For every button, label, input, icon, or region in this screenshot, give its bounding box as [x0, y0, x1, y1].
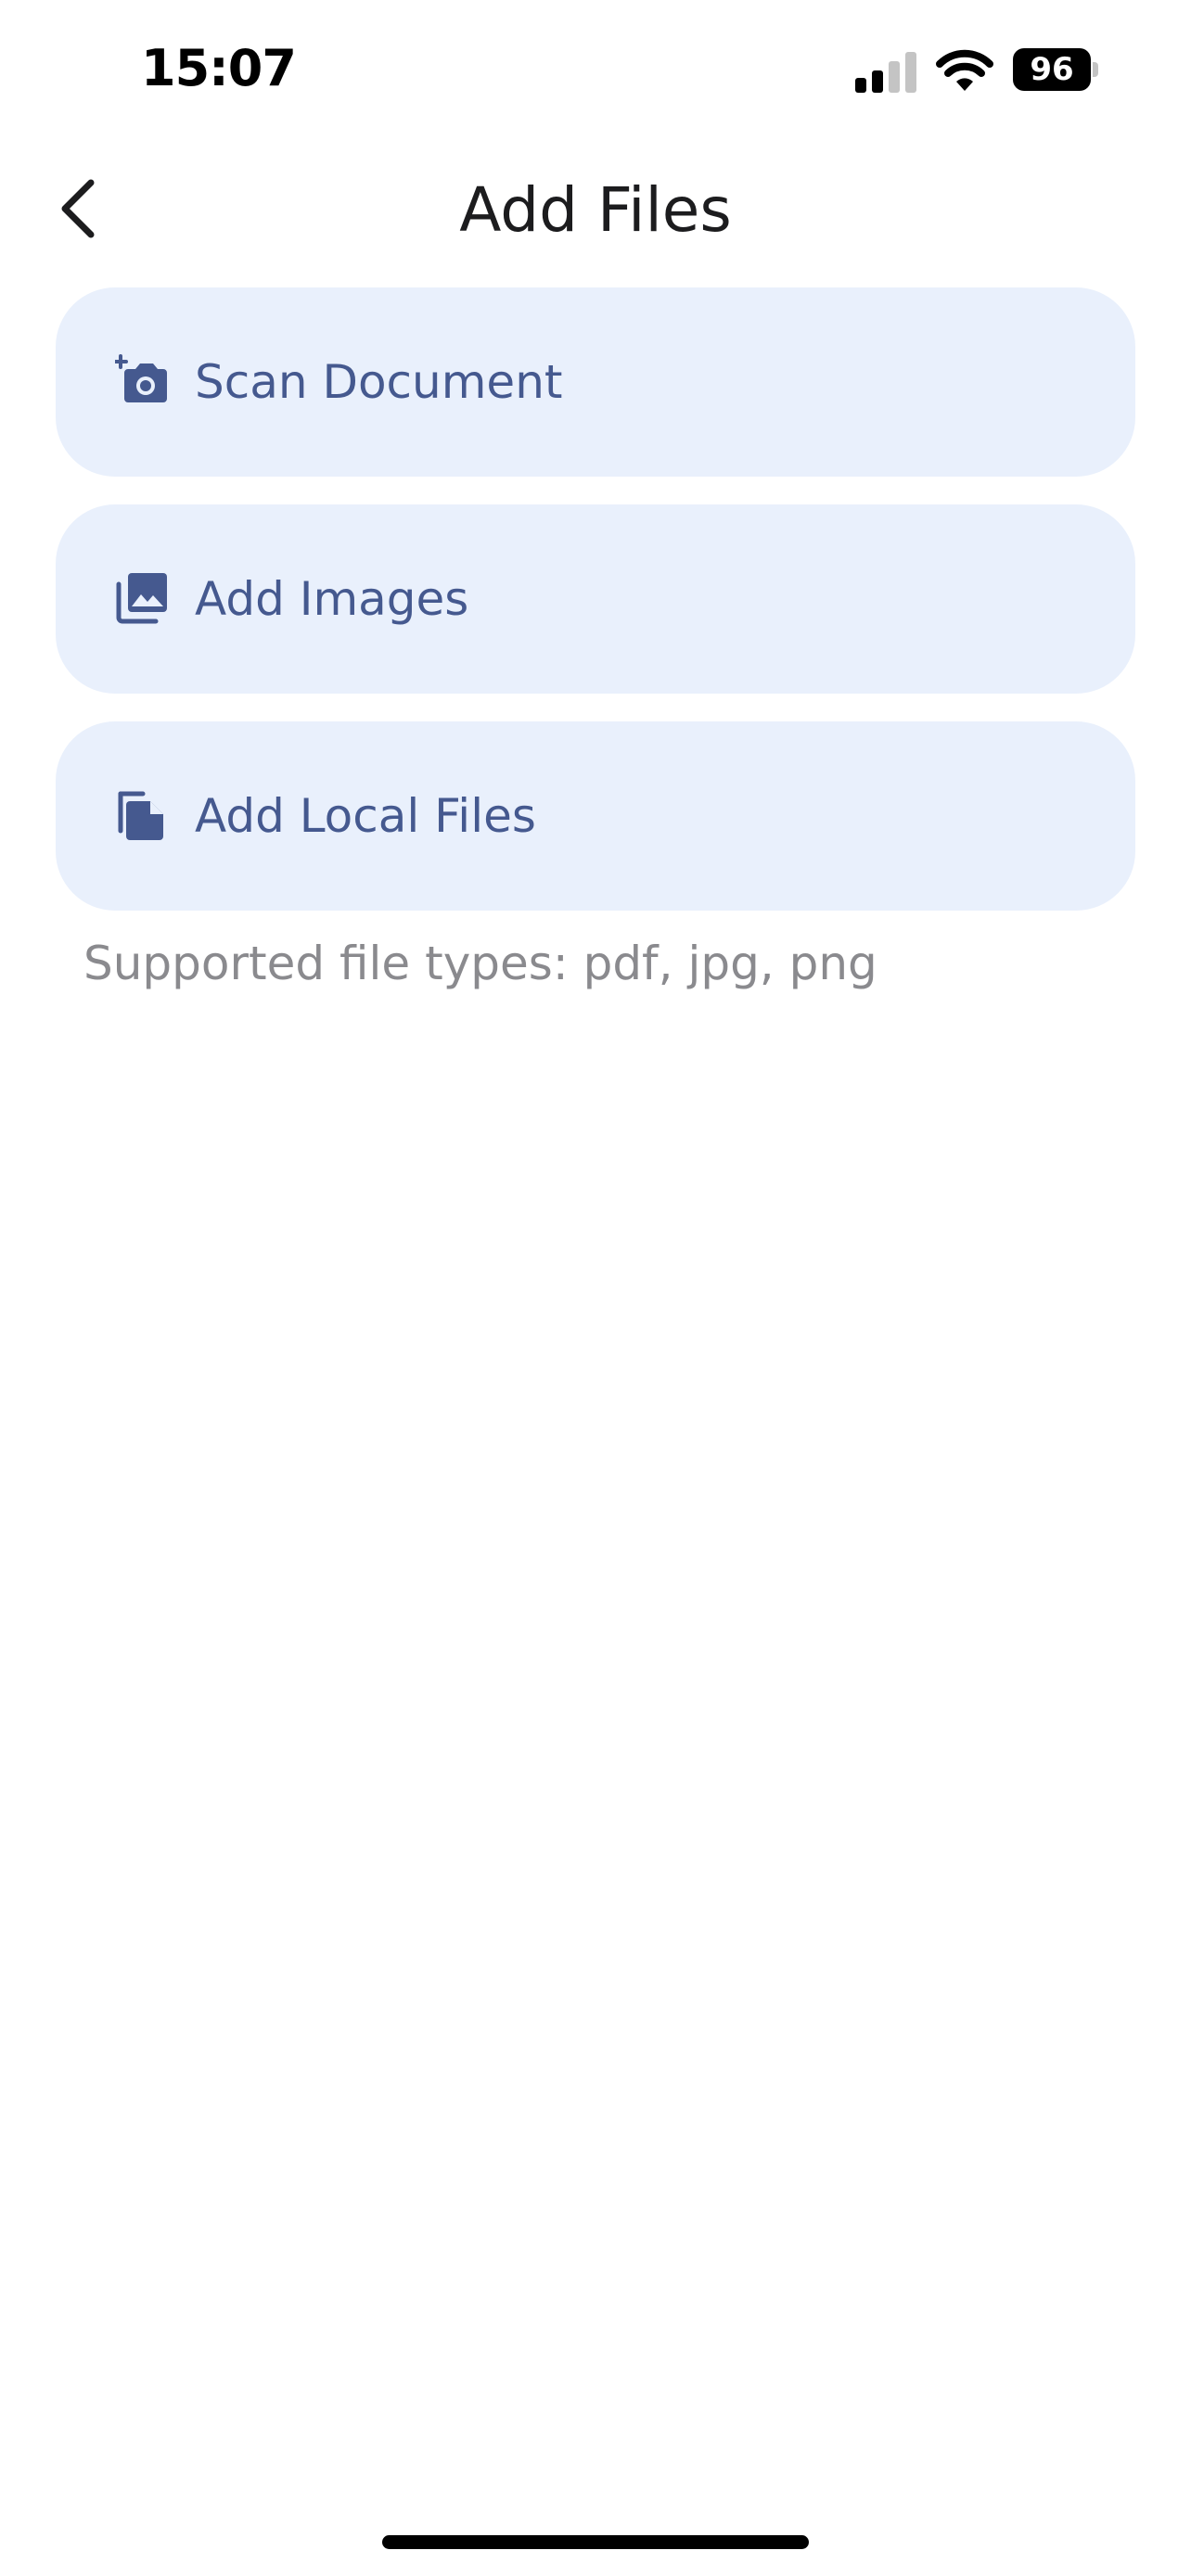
add-images-label: Add Images [195, 572, 469, 626]
scan-document-label: Scan Document [195, 355, 563, 409]
add-images-button[interactable]: Add Images [56, 504, 1135, 694]
battery-icon: 96 [1013, 48, 1098, 91]
status-bar: 15:07 96 [0, 0, 1191, 139]
status-time: 15:07 [141, 39, 297, 97]
wifi-icon [936, 49, 993, 91]
battery-cap [1093, 62, 1098, 77]
add-local-files-button[interactable]: Add Local Files [56, 721, 1135, 911]
file-copy-icon [118, 791, 163, 840]
battery-level: 96 [1013, 48, 1091, 91]
page-title: Add Files [459, 174, 732, 246]
home-indicator[interactable] [382, 2535, 809, 2549]
add-local-files-label: Add Local Files [195, 789, 536, 843]
add-camera-icon [115, 354, 167, 402]
options-list: Scan Document Add Images Add Local Files [56, 287, 1135, 938]
header: Add Files [0, 148, 1191, 269]
scan-document-button[interactable]: Scan Document [56, 287, 1135, 477]
supported-file-types-note: Supported file types: pdf, jpg, png [83, 937, 877, 990]
signal-icon [855, 52, 916, 93]
photo-library-icon [116, 573, 167, 624]
